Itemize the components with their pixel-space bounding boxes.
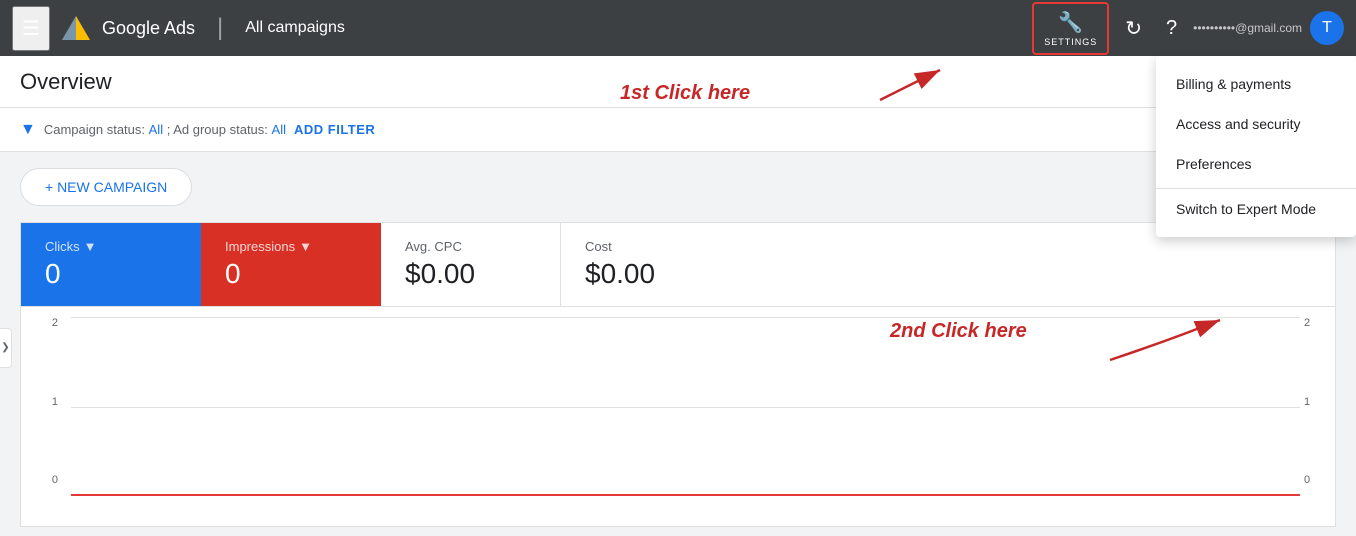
settings-button[interactable]: 🔧 SETTINGS [1032, 2, 1109, 55]
header-right: 🔧 SETTINGS ↻ ? ••••••••••@gmail.com T [1032, 2, 1344, 55]
filter-icon: ▼ [20, 121, 36, 139]
y-label-2-right: 2 [1304, 317, 1310, 329]
filter-campaign-label: Campaign status: All ; Ad group status: … [44, 122, 286, 137]
cost-label: Cost [585, 239, 717, 254]
sub-header: Overview All time [0, 56, 1356, 108]
metrics-row: Clicks ▼ 0 Impressions ▼ 0 Avg. CPC $0.0… [20, 222, 1336, 307]
access-security-item[interactable]: Access and security [1156, 104, 1356, 144]
header-divider: | [217, 14, 223, 42]
avg-cpc-label: Avg. CPC [405, 239, 536, 254]
app-title: Google Ads [102, 18, 195, 39]
clicks-dropdown-icon[interactable]: ▼ [84, 239, 97, 254]
impressions-label: Impressions ▼ [225, 239, 357, 254]
grid-line-mid [71, 407, 1300, 408]
chart-baseline [71, 494, 1300, 496]
chart-area: 2 1 0 2 1 0 [20, 307, 1336, 527]
avg-cpc-metric: Avg. CPC $0.00 [381, 223, 561, 306]
cost-metric: Cost $0.00 [561, 223, 741, 306]
avg-cpc-value: $0.00 [405, 258, 536, 290]
preferences-item[interactable]: Preferences [1156, 144, 1356, 184]
y-label-0-left: 0 [52, 474, 58, 486]
cost-value: $0.00 [585, 258, 717, 290]
filter-bar: ▼ Campaign status: All ; Ad group status… [0, 108, 1356, 152]
clicks-metric: Clicks ▼ 0 [21, 223, 201, 306]
avatar[interactable]: T [1310, 11, 1344, 45]
settings-dropdown: Billing & payments Access and security P… [1156, 56, 1356, 237]
main-panel: + NEW CAMPAIGN ⬇ DOWNLOAD 💬 FEEDBA... ⋮ [0, 152, 1356, 536]
impressions-value: 0 [225, 258, 357, 290]
ad-group-status-link[interactable]: All [272, 122, 286, 137]
account-email: ••••••••••@gmail.com [1193, 21, 1302, 35]
grid-line-top [71, 317, 1300, 318]
help-button[interactable]: ? [1158, 9, 1185, 48]
impressions-dropdown-icon[interactable]: ▼ [299, 239, 312, 254]
y-label-1-right: 1 [1304, 396, 1310, 408]
billing-payments-item[interactable]: Billing & payments [1156, 64, 1356, 104]
header: ☰ Google Ads | All campaigns 🔧 SETTINGS … [0, 0, 1356, 56]
chart-y-axis-left: 2 1 0 [21, 307, 66, 496]
main-content: ❯ + NEW CAMPAIGN ⬇ DOWNLOAD 💬 FEEDBA... … [0, 152, 1356, 536]
refresh-button[interactable]: ↻ [1117, 8, 1150, 49]
new-campaign-button[interactable]: + NEW CAMPAIGN [20, 168, 192, 206]
chart-grid [71, 317, 1300, 496]
add-filter-button[interactable]: ADD FILTER [294, 122, 375, 137]
switch-expert-mode-item[interactable]: Switch to Expert Mode [1156, 188, 1356, 229]
clicks-value: 0 [45, 258, 177, 290]
hamburger-menu[interactable]: ☰ [12, 6, 50, 51]
impressions-metric: Impressions ▼ 0 [201, 223, 381, 306]
header-left: ☰ Google Ads | All campaigns [12, 6, 345, 51]
campaign-status-link[interactable]: All [149, 122, 163, 137]
clicks-label: Clicks ▼ [45, 239, 177, 254]
y-label-2-left: 2 [52, 317, 58, 329]
campaign-toolbar: + NEW CAMPAIGN ⬇ DOWNLOAD 💬 FEEDBA... ⋮ [20, 168, 1336, 206]
settings-label: SETTINGS [1044, 37, 1097, 47]
google-ads-logo [60, 12, 92, 44]
page-subtitle: All campaigns [245, 19, 345, 37]
page-title: Overview [20, 69, 112, 95]
y-label-1-left: 1 [52, 396, 58, 408]
y-label-0-right: 0 [1304, 474, 1310, 486]
settings-icon: 🔧 [1058, 10, 1083, 35]
sidebar-toggle[interactable]: ❯ [0, 328, 12, 368]
chart-y-axis-right: 2 1 0 [1300, 307, 1335, 496]
